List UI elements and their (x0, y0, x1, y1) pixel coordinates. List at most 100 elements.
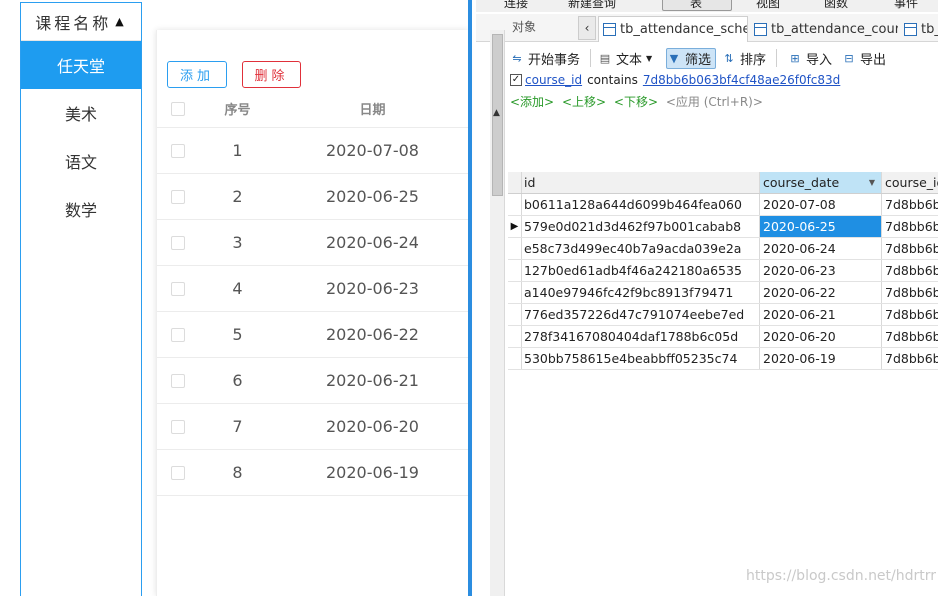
row-date: 2020-06-19 (326, 463, 419, 482)
filter-add-link[interactable]: <添加> (510, 95, 554, 109)
table-row[interactable]: 8 2020-06-19 (157, 450, 469, 496)
cell-course-id[interactable]: 7d8bb6b (882, 194, 938, 215)
filter-move-up-link[interactable]: <上移> (562, 95, 606, 109)
vertical-scrollbar[interactable]: ▲ (490, 30, 505, 596)
sort-button[interactable]: ⇅ 排序 (722, 48, 766, 69)
menu-event[interactable]: 事件 (894, 0, 918, 11)
course-item-label: 任天堂 (56, 57, 105, 76)
cell-id[interactable]: 530bb758615e4beabbff05235c74 (522, 348, 760, 369)
column-header-id[interactable]: id (522, 172, 760, 193)
course-item-chinese[interactable]: 语文 (21, 137, 141, 185)
chevron-left-icon[interactable]: ‹ (578, 16, 596, 40)
row-checkbox[interactable] (171, 419, 185, 434)
grid-row[interactable]: 776ed357226d47c791074eebe7ed 2020-06-21 7d… (508, 304, 938, 326)
row-checkbox[interactable] (171, 373, 185, 388)
tab-label: tb_attendance_sche... (620, 22, 747, 37)
filter-operator[interactable]: contains (587, 73, 638, 87)
table-row[interactable]: 3 2020-06-24 (157, 220, 469, 266)
menu-new-query[interactable]: 新建查询 (568, 0, 616, 11)
tab-tb[interactable]: tb_ (900, 16, 938, 42)
menu-table[interactable]: 表 (690, 0, 702, 11)
course-header[interactable]: 课程名称 ▲ (21, 3, 141, 41)
table-row[interactable]: 6 2020-06-21 (157, 358, 469, 404)
cell-course-id[interactable]: 7d8bb6b (882, 282, 938, 303)
row-checkbox[interactable] (171, 143, 185, 158)
menu-view[interactable]: 视图 (756, 0, 780, 11)
grid-row[interactable]: a140e97946fc42f9bc8913f79471 2020-06-22 7d… (508, 282, 938, 304)
table-row[interactable]: 1 2020-07-08 (157, 128, 469, 174)
row-indicator (508, 348, 522, 369)
row-seq: 6 (232, 371, 243, 390)
begin-transaction-button[interactable]: ⇋ 开始事务 (510, 48, 580, 69)
row-date: 2020-06-24 (326, 233, 419, 252)
course-item-math[interactable]: 数学 (21, 185, 141, 233)
row-checkbox[interactable] (171, 235, 185, 250)
cell-course-date[interactable]: 2020-07-08 (760, 194, 882, 215)
menu-function[interactable]: 函数 (824, 0, 848, 11)
cell-course-id[interactable]: 7d8bb6b (882, 238, 938, 259)
column-header-course-date[interactable]: course_date ▼ (760, 172, 882, 193)
grid-row[interactable]: 530bb758615e4beabbff05235c74 2020-06-19 7d… (508, 348, 938, 370)
scroll-arrow-icon: ▲ (493, 108, 500, 118)
row-date: 2020-06-21 (326, 371, 419, 390)
cell-course-date-selected[interactable]: 2020-06-25 (760, 216, 882, 237)
cell-course-date[interactable]: 2020-06-19 (760, 348, 882, 369)
cell-course-id[interactable]: 7d8bb6b (882, 348, 938, 369)
grid-row[interactable]: 278f34167080404daf1788b6c05d 2020-06-20 7d… (508, 326, 938, 348)
table-icon (754, 22, 767, 36)
row-seq: 2 (232, 187, 243, 206)
cell-id[interactable]: e58c73d499ec40b7a9acda039e2a (522, 238, 760, 259)
row-seq: 7 (232, 417, 243, 436)
table-row[interactable]: 5 2020-06-22 (157, 312, 469, 358)
cell-course-date[interactable]: 2020-06-24 (760, 238, 882, 259)
cell-id[interactable]: 579e0d021d3d462f97b001cabab8 (522, 216, 760, 237)
cell-id[interactable]: 776ed357226d47c791074eebe7ed (522, 304, 760, 325)
row-checkbox[interactable] (171, 327, 185, 342)
table-row[interactable]: 2 2020-06-25 (157, 174, 469, 220)
tab-attendance-course[interactable]: tb_attendance_cour... (750, 16, 898, 42)
course-item-nintendo[interactable]: 任天堂 (21, 41, 141, 89)
cell-course-id[interactable]: 7d8bb6b (882, 304, 938, 325)
cell-id[interactable]: 127b0ed61adb4f46a242180a6535 (522, 260, 760, 281)
cell-course-date[interactable]: 2020-06-22 (760, 282, 882, 303)
delete-button[interactable]: 删除 (242, 61, 301, 88)
import-button[interactable]: ⊞ 导入 (788, 48, 832, 69)
tab-objects[interactable]: 对象 (512, 18, 536, 35)
cell-course-date[interactable]: 2020-06-23 (760, 260, 882, 281)
row-checkbox[interactable] (171, 189, 185, 204)
cell-id[interactable]: b0611a128a644d6099b464fea060 (522, 194, 760, 215)
table-row[interactable]: 7 2020-06-20 (157, 404, 469, 450)
select-all-checkbox[interactable] (171, 101, 185, 116)
cell-id[interactable]: a140e97946fc42f9bc8913f79471 (522, 282, 760, 303)
table-row[interactable]: 4 2020-06-23 (157, 266, 469, 312)
grid-row[interactable]: e58c73d499ec40b7a9acda039e2a 2020-06-24 7d… (508, 238, 938, 260)
cell-course-id[interactable]: 7d8bb6b (882, 216, 938, 237)
cell-id[interactable]: 278f34167080404daf1788b6c05d (522, 326, 760, 347)
grid-row-selected[interactable]: ▶ 579e0d021d3d462f97b001cabab8 2020-06-25 7… (508, 216, 938, 238)
cell-course-id[interactable]: 7d8bb6b (882, 260, 938, 281)
add-button[interactable]: 添加 (167, 61, 227, 88)
row-checkbox[interactable] (171, 281, 185, 296)
filter-enabled-checkbox[interactable]: ✓ (510, 74, 522, 86)
filter-apply-link[interactable]: <应用 (Ctrl+R)> (666, 95, 763, 109)
column-header-course-id[interactable]: course_id (882, 172, 938, 193)
menu-connection[interactable]: 连接 (504, 0, 528, 11)
data-grid: id course_date ▼ course_id b0611a128a644… (508, 172, 938, 370)
filter-move-down-link[interactable]: <下移> (614, 95, 658, 109)
grid-row[interactable]: b0611a128a644d6099b464fea060 2020-07-08 7d… (508, 194, 938, 216)
cell-course-date[interactable]: 2020-06-20 (760, 326, 882, 347)
toolbar-separator (590, 49, 591, 67)
export-button[interactable]: ⊟ 导出 (842, 48, 886, 69)
text-button[interactable]: ▤ 文本 ▼ (598, 48, 652, 69)
grid-row[interactable]: 127b0ed61adb4f46a242180a6535 2020-06-23 7d… (508, 260, 938, 282)
row-date: 2020-06-22 (326, 325, 419, 344)
cell-course-id[interactable]: 7d8bb6b (882, 326, 938, 347)
course-item-art[interactable]: 美术 (21, 89, 141, 137)
filter-button[interactable]: ▼ 筛选 (666, 48, 717, 69)
filter-field-link[interactable]: course_id (525, 73, 582, 87)
filter-value-link[interactable]: 7d8bb6b063bf4cf48ae26f0fc83d (643, 73, 840, 87)
cell-course-date[interactable]: 2020-06-21 (760, 304, 882, 325)
document-icon: ▤ (599, 52, 611, 65)
tab-attendance-schedule[interactable]: tb_attendance_sche... (598, 16, 748, 42)
row-checkbox[interactable] (171, 465, 185, 480)
